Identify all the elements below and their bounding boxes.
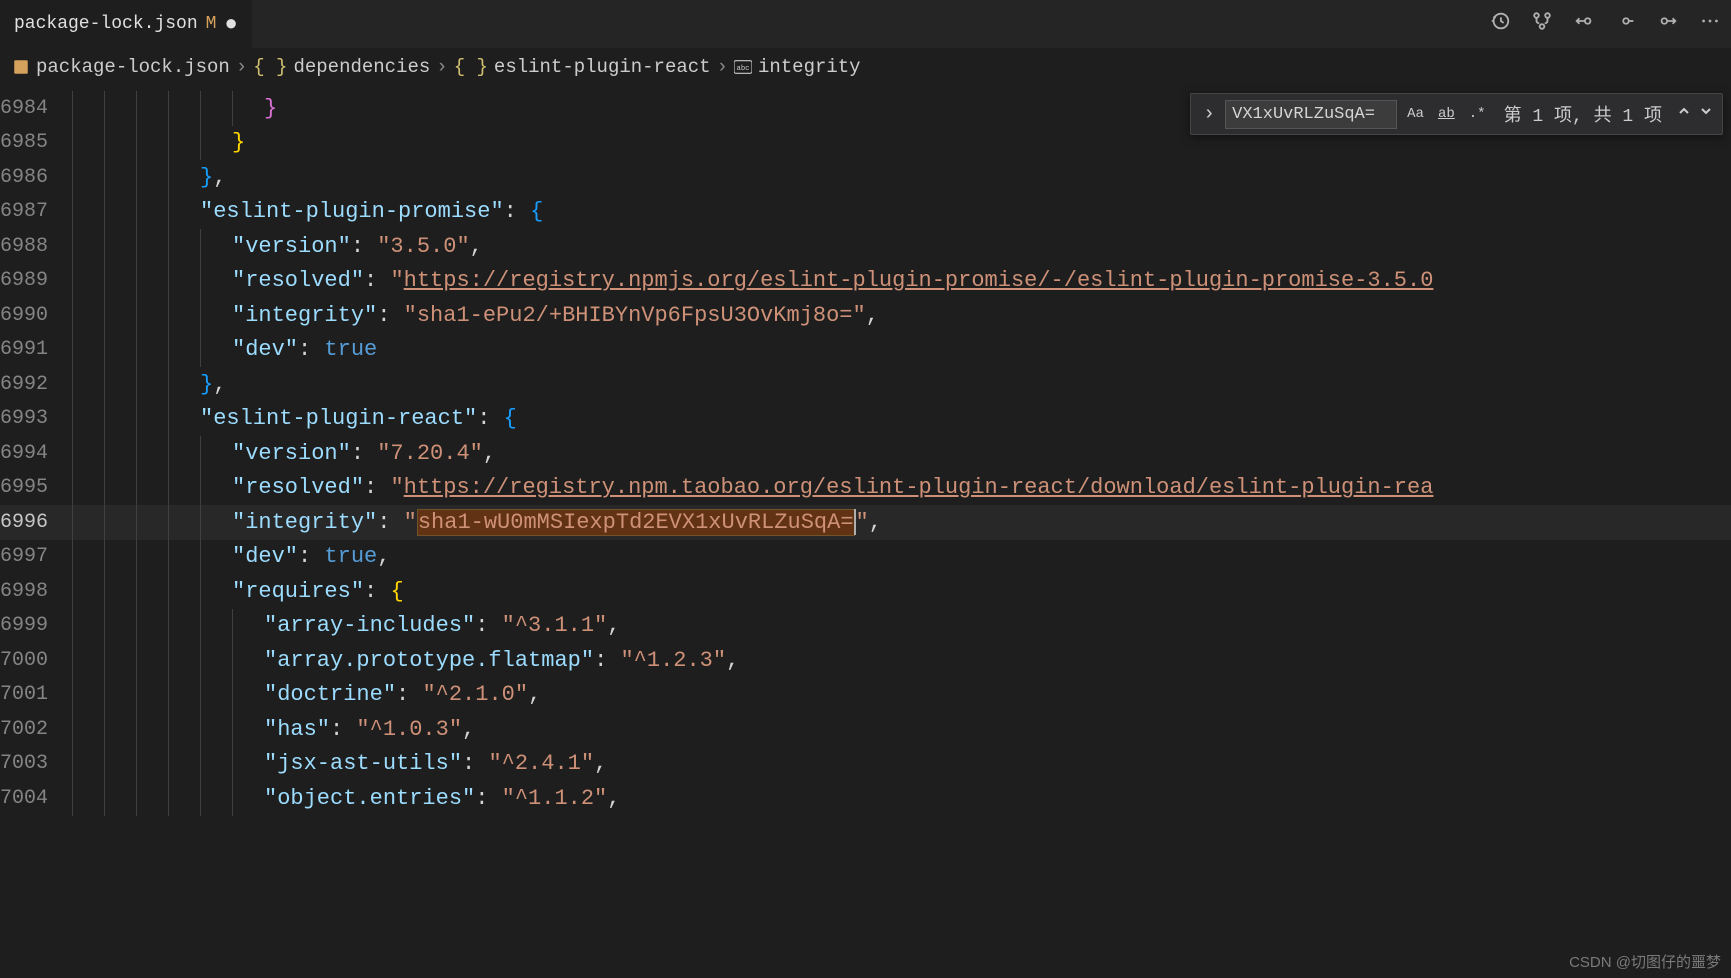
breadcrumb-package[interactable]: eslint-plugin-react [494, 56, 711, 78]
find-prev-button[interactable] [1676, 103, 1692, 126]
breadcrumb-dependencies[interactable]: dependencies [293, 56, 430, 78]
editor-toolbar [1489, 10, 1721, 39]
history-icon[interactable] [1489, 10, 1511, 39]
regex-toggle[interactable]: .* [1465, 104, 1490, 124]
find-result-count: 第 1 项, 共 1 项 [1496, 101, 1670, 127]
tab-dirty-icon: ● [224, 12, 237, 37]
string-icon: abc [734, 58, 752, 76]
unstage-icon[interactable] [1657, 10, 1679, 39]
chevron-right-icon: › [236, 56, 247, 78]
editor-lines[interactable]: 6984} 6985} 6986}, 6987"eslint-plugin-pr… [0, 87, 1731, 816]
line-number: 7000 [0, 649, 72, 672]
chevron-right-icon: › [436, 56, 447, 78]
line-number: 6997 [0, 545, 72, 568]
editor-tab[interactable]: package-lock.json M ● [0, 0, 252, 48]
line-number: 6986 [0, 166, 72, 189]
line-number: 7001 [0, 683, 72, 706]
line-number: 6998 [0, 580, 72, 603]
line-number: 6987 [0, 200, 72, 223]
line-number: 6999 [0, 614, 72, 637]
line-number: 6995 [0, 476, 72, 499]
match-case-toggle[interactable]: Aa [1403, 104, 1428, 124]
line-number: 6996 [0, 511, 72, 534]
stage-icon[interactable] [1615, 10, 1637, 39]
line-number: 6994 [0, 442, 72, 465]
line-number: 6993 [0, 407, 72, 430]
line-number: 6985 [0, 131, 72, 154]
line-number: 7002 [0, 718, 72, 741]
brace-icon: { } [253, 56, 287, 78]
whole-word-toggle[interactable]: ab [1434, 104, 1459, 124]
revert-icon[interactable] [1573, 10, 1595, 39]
breadcrumb-file[interactable]: package-lock.json [36, 56, 230, 78]
find-next-button[interactable] [1698, 103, 1714, 126]
line-number: 7003 [0, 752, 72, 775]
line-number: 7004 [0, 787, 72, 810]
brace-icon: { } [454, 56, 488, 78]
breadcrumb[interactable]: package-lock.json › { } dependencies › {… [0, 48, 1731, 87]
chevron-right-icon: › [717, 56, 728, 78]
line-number: 6990 [0, 304, 72, 327]
line-number: 6989 [0, 269, 72, 292]
line-number: 6988 [0, 235, 72, 258]
tab-modified-indicator: M [206, 14, 217, 34]
json-file-icon [12, 58, 30, 76]
search-highlight: sha1-wU0mMSIexpTd2EVX1xUvRLZuSqA= [417, 509, 855, 536]
code-editor[interactable]: › Aa ab .* 第 1 项, 共 1 项 6984} 6985} 6986… [0, 87, 1731, 816]
chevron-right-icon[interactable]: › [1199, 103, 1219, 126]
more-icon[interactable] [1699, 10, 1721, 39]
find-widget: › Aa ab .* 第 1 项, 共 1 项 [1190, 93, 1723, 135]
tab-bar: package-lock.json M ● [0, 0, 1731, 48]
compare-icon[interactable] [1531, 10, 1553, 39]
line-number: 6984 [0, 97, 72, 120]
find-input[interactable] [1225, 100, 1397, 129]
tab-filename: package-lock.json [14, 14, 198, 34]
watermark: CSDN @切图仔的噩梦 [1569, 951, 1721, 972]
svg-text:abc: abc [736, 65, 749, 73]
breadcrumb-property[interactable]: integrity [758, 56, 861, 78]
line-number: 6991 [0, 338, 72, 361]
line-number: 6992 [0, 373, 72, 396]
